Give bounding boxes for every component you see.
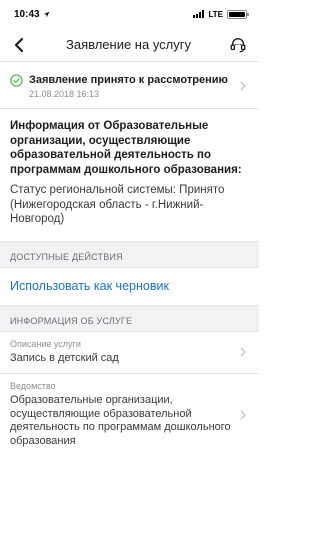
service-description-row[interactable]: Описание услуги Запись в детский сад xyxy=(0,332,259,374)
application-status-text: Заявление принято к рассмотрению 21.08.2… xyxy=(29,73,239,99)
chevron-right-icon xyxy=(239,81,247,91)
application-status-title: Заявление принято к рассмотрению xyxy=(29,74,228,86)
battery-icon xyxy=(227,9,249,19)
status-time: 10:43 xyxy=(14,8,40,20)
network-type: LTE xyxy=(208,9,223,19)
status-bar-left: 10:43 xyxy=(14,9,50,20)
location-arrow-icon xyxy=(43,11,49,17)
available-actions-header: ДОСТУПНЫЕ ДЕЙСТВИЯ xyxy=(0,241,259,268)
status-bar-right: LTE xyxy=(193,9,249,19)
department: Ведомство Образовательные организации, о… xyxy=(10,381,239,448)
service-description-label: Описание услуги xyxy=(10,338,81,349)
department-label: Ведомство xyxy=(10,381,56,391)
service-description-value: Запись в детский сад xyxy=(10,351,119,364)
use-as-draft-link[interactable]: Использовать как черновик xyxy=(0,268,259,306)
headset-icon xyxy=(230,37,246,52)
nav-bar: Заявление на услугу xyxy=(0,28,259,62)
regional-system-status: Статус региональной системы: Принято (Ни… xyxy=(10,184,225,225)
status-bar: 10:43 LTE xyxy=(0,0,259,28)
service-description: Описание услуги Запись в детский сад xyxy=(10,339,239,366)
support-button[interactable] xyxy=(227,34,249,56)
organization-info-heading: Информация от Образовательные организаци… xyxy=(10,120,242,176)
chevron-right-icon xyxy=(239,347,247,357)
chevron-left-icon xyxy=(14,37,24,52)
check-circle-icon xyxy=(10,74,23,92)
department-row[interactable]: Ведомство Образовательные организации, о… xyxy=(0,374,259,456)
chevron-right-icon xyxy=(239,410,247,420)
page-title: Заявление на услугу xyxy=(65,37,192,52)
service-info-header: ИНФОРМАЦИЯ ОБ УСЛУГЕ xyxy=(0,305,259,332)
application-status-date: 21.08.2018 16:13 xyxy=(29,89,100,99)
signal-icon xyxy=(193,10,205,18)
department-value: Образовательные организации, осуществляю… xyxy=(10,394,231,447)
application-status-row[interactable]: Заявление принято к рассмотрению 21.08.2… xyxy=(0,62,259,109)
back-button[interactable] xyxy=(8,34,30,56)
organization-info: Информация от Образовательные организаци… xyxy=(0,109,259,242)
